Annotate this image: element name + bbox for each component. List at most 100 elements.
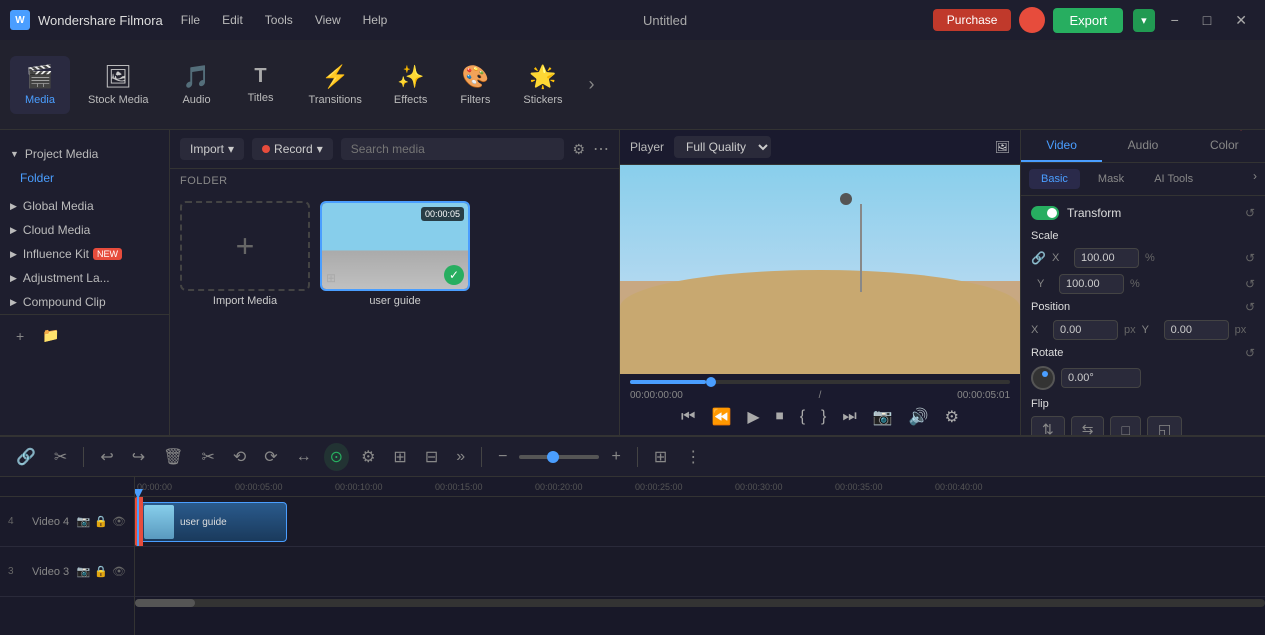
adjustment-la-header[interactable]: ▶ Adjustment La... (0, 266, 169, 290)
track4-camera-icon[interactable]: 📷 (77, 515, 91, 528)
mark-in-button[interactable]: { (796, 406, 809, 428)
motion-button[interactable]: ⚙ (355, 443, 381, 471)
panel-add-button[interactable]: + (10, 323, 30, 348)
menu-edit[interactable]: Edit (212, 9, 253, 31)
filter-icon[interactable]: ⚙ (572, 141, 585, 158)
compound-clip-header[interactable]: ▶ Compound Clip (0, 290, 169, 314)
settings-tl-button[interactable]: ⋮ (679, 443, 707, 471)
toolbar-effects[interactable]: ✨ Effects (380, 56, 441, 114)
snapshot-button[interactable]: 📷 (869, 405, 897, 429)
zoom-in-button[interactable]: + (605, 444, 626, 470)
play-button[interactable]: ▶ (743, 405, 763, 429)
track4-lock-icon[interactable]: 🔒 (94, 515, 108, 528)
influence-kit-header[interactable]: ▶ Influence Kit NEW (0, 242, 169, 266)
volume-button[interactable]: 🔊 (905, 405, 933, 429)
record-button[interactable]: Record ▾ (252, 138, 333, 160)
settings-button[interactable]: ⚙ (941, 405, 963, 429)
rotate-left-button[interactable]: ⟲ (227, 443, 252, 471)
mark-out-button[interactable]: } (817, 406, 830, 428)
crop-button[interactable]: ↔ (290, 444, 318, 470)
zoom-out-button[interactable]: − (492, 444, 513, 470)
toolbar-titles[interactable]: T Titles (231, 57, 291, 112)
rotate-preview[interactable] (1031, 366, 1055, 390)
purchase-button[interactable]: Purchase (933, 9, 1012, 31)
export-button[interactable]: Export (1053, 8, 1123, 33)
panel-folder-button[interactable]: 📁 (36, 323, 65, 348)
flip-square2-button[interactable]: ◱ (1147, 416, 1182, 435)
stabilize-button[interactable]: ⊞ (387, 443, 412, 471)
tab-video[interactable]: Video (1021, 130, 1102, 162)
rotate-input[interactable] (1061, 368, 1141, 388)
playhead[interactable] (137, 497, 139, 546)
redo-button[interactable]: ↪ (126, 443, 151, 471)
scale-x-input[interactable] (1074, 248, 1139, 268)
preview-timeline[interactable] (630, 380, 1010, 384)
pos-y-input[interactable] (1164, 320, 1229, 340)
zoom-slider[interactable] (519, 455, 599, 459)
import-button[interactable]: Import ▾ (180, 138, 244, 160)
horizontal-scrollbar[interactable] (135, 599, 1265, 607)
position-reset-icon[interactable]: ↺ (1245, 300, 1255, 314)
flip-vertical-button[interactable]: ⇆ (1071, 416, 1105, 435)
sub-tab-mask[interactable]: Mask (1086, 169, 1136, 189)
quality-select[interactable]: Full Quality 1/2 Quality 1/4 Quality (674, 136, 771, 158)
search-input[interactable] (341, 138, 565, 160)
scale-y-input[interactable] (1059, 274, 1124, 294)
skip-back-button[interactable]: ⏮ (677, 406, 699, 428)
toolbar-stock-media[interactable]: 🖼 Stock Media (74, 56, 163, 114)
cloud-media-header[interactable]: ▶ Cloud Media (0, 218, 169, 242)
sub-tab-basic[interactable]: Basic (1029, 169, 1080, 189)
stop-button[interactable]: ⏹ (772, 406, 788, 428)
flip-horizontal-button[interactable]: ⇅ (1031, 416, 1065, 435)
menu-view[interactable]: View (305, 9, 351, 31)
close-button[interactable]: ✕ (1227, 10, 1255, 31)
toolbar-stickers[interactable]: 🌟 Stickers (509, 56, 576, 114)
track3-eye-icon[interactable]: 👁 (112, 565, 126, 578)
sub-tab-ai-tools[interactable]: AI Tools (1142, 169, 1205, 189)
avatar[interactable] (1019, 7, 1045, 33)
preview-settings-icon[interactable]: 🖼 (995, 140, 1010, 154)
transform-toggle[interactable] (1031, 206, 1059, 220)
project-media-header[interactable]: ▼ Project Media (0, 142, 169, 166)
menu-tools[interactable]: Tools (255, 9, 303, 31)
export-dropdown-button[interactable]: ▾ (1133, 9, 1155, 32)
import-media-item[interactable]: + Import Media (180, 201, 310, 307)
skip-forward-button[interactable]: ⏭ (838, 406, 860, 428)
trim-button[interactable]: ⊟ (419, 443, 444, 471)
rotate-reset-icon[interactable]: ↺ (1245, 346, 1255, 360)
timeline-scrubber[interactable] (706, 377, 716, 387)
pos-x-input[interactable] (1053, 320, 1118, 340)
scale-y-reset-icon[interactable]: ↺ (1245, 277, 1255, 291)
blade-button[interactable]: ✂ (48, 443, 73, 471)
sub-tabs-more-icon[interactable]: › (1253, 169, 1257, 189)
toolbar-more-button[interactable]: › (580, 66, 602, 103)
toolbar-audio[interactable]: 🎵 Audio (167, 56, 227, 114)
transform-reset-icon[interactable]: ↺ (1245, 206, 1255, 220)
minimize-button[interactable]: − (1163, 10, 1187, 30)
global-media-header[interactable]: ▶ Global Media (0, 194, 169, 218)
maximize-button[interactable]: □ (1195, 10, 1219, 30)
delete-button[interactable]: 🗑 (157, 443, 189, 471)
scrollbar-thumb[interactable] (135, 599, 195, 607)
music-button[interactable]: ⊙ (324, 443, 349, 471)
menu-file[interactable]: File (171, 9, 210, 31)
rotate-right-button[interactable]: ⟳ (258, 443, 283, 471)
media-more-icon[interactable]: ⋯ (593, 139, 609, 159)
snap-button[interactable]: 🔗 (10, 443, 42, 471)
import-media-box[interactable]: + (180, 201, 310, 291)
track3-lock-icon[interactable]: 🔒 (94, 565, 108, 578)
more-effects-button[interactable]: » (450, 444, 471, 470)
flip-square1-button[interactable]: □ (1110, 416, 1140, 435)
toolbar-filters[interactable]: 🎨 Filters (445, 56, 505, 114)
tab-color[interactable]: Color (1184, 130, 1265, 162)
toolbar-media[interactable]: 🎬 Media (10, 56, 70, 114)
track4-eye-icon[interactable]: 👁 (112, 515, 126, 528)
clip-item[interactable]: 00:00:05 ⊞ ✓ user guide (320, 201, 470, 307)
undo-button[interactable]: ↩ (94, 443, 119, 471)
folder-item[interactable]: Folder (0, 166, 169, 190)
rewind-button[interactable]: ⏪ (707, 405, 735, 429)
scale-x-reset-icon[interactable]: ↺ (1245, 251, 1255, 265)
menu-help[interactable]: Help (353, 9, 398, 31)
track3-camera-icon[interactable]: 📷 (77, 565, 91, 578)
video-clip[interactable]: user guide (137, 502, 287, 542)
